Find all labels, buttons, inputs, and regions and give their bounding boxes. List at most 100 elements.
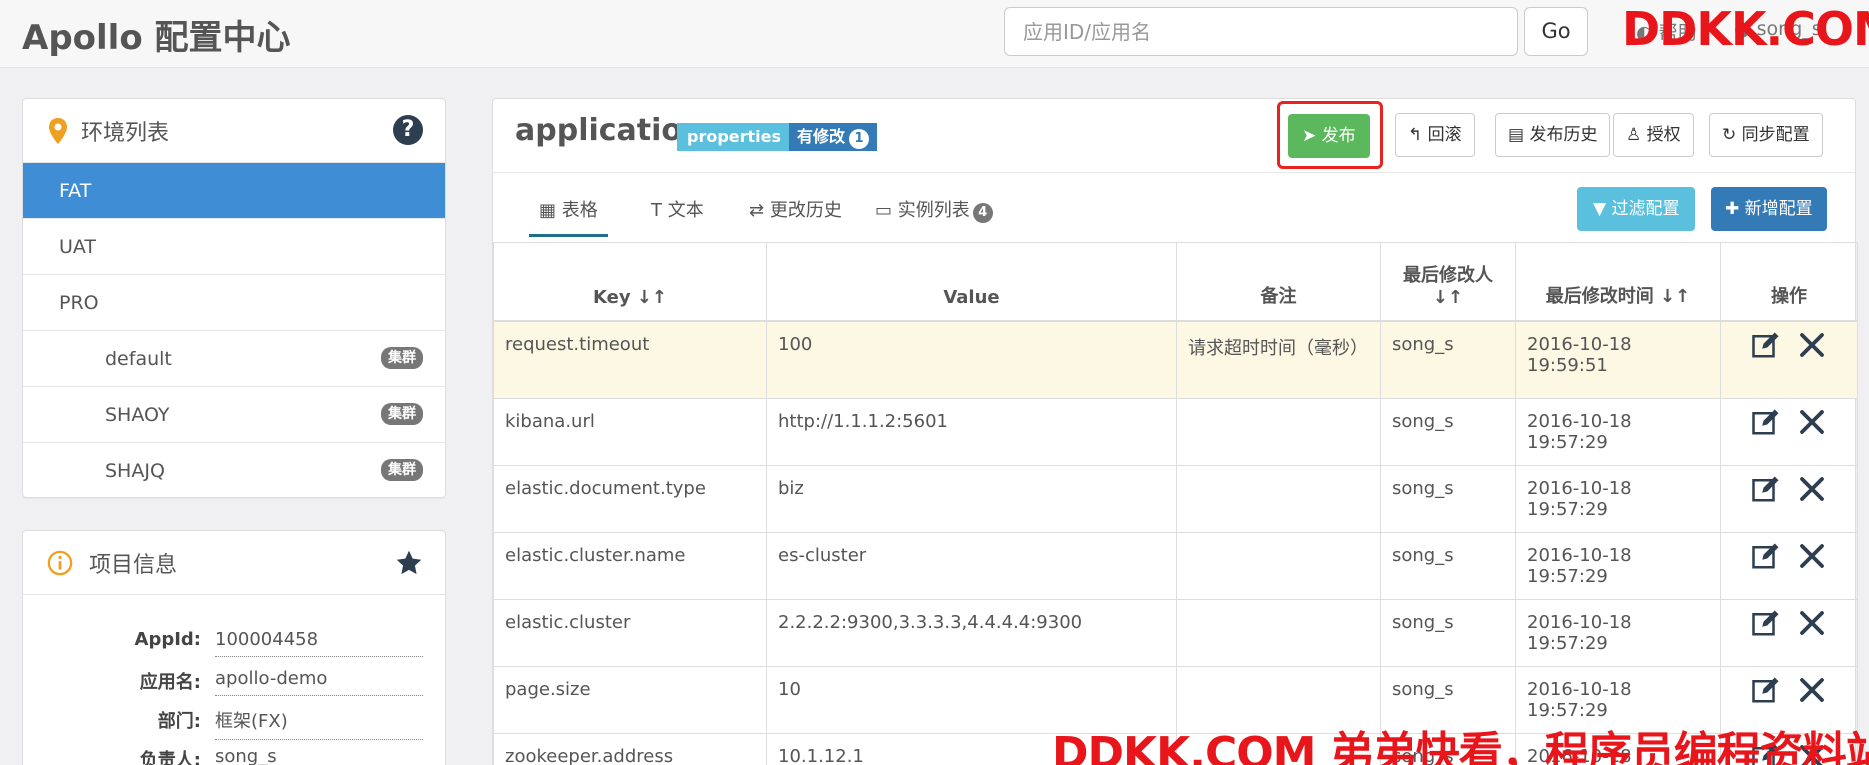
action-cell xyxy=(1720,465,1858,533)
table-header-row: Key ↓↑ Value 备注 最后修改人 ↓↑ 最后修改时间 ↓↑ 操作 xyxy=(493,242,1858,322)
namespace-panel: application properties 有修改 1 ➤ 发布 ↰ 回滚 ▤ … xyxy=(492,98,1858,765)
env-item-shajq[interactable]: SHAJQ 集群 xyxy=(23,443,445,499)
delete-icon[interactable] xyxy=(1797,608,1827,638)
time-cell: 2016-10-18 19:57:29 xyxy=(1515,398,1721,466)
action-column-header: 操作 xyxy=(1720,242,1858,322)
env-item-uat[interactable]: UAT xyxy=(23,219,445,275)
sync-config-button[interactable]: ↻ 同步配置 xyxy=(1709,113,1823,157)
time-column-header[interactable]: 最后修改时间 ↓↑ xyxy=(1515,242,1721,322)
delete-icon[interactable] xyxy=(1797,474,1827,504)
value-cell: biz xyxy=(766,465,1177,533)
modifier-cell: song_s xyxy=(1380,320,1516,399)
edit-icon[interactable] xyxy=(1751,608,1781,638)
value-cell: es-cluster xyxy=(766,532,1177,600)
release-history-button[interactable]: ▤ 发布历史 xyxy=(1495,113,1611,157)
undo-icon: ↰ xyxy=(1408,125,1423,145)
modifier-column-header[interactable]: 最后修改人 ↓↑ xyxy=(1380,242,1516,322)
sort-icon: ↓↑ xyxy=(1432,286,1464,308)
app-logo[interactable]: Apollo 配置中心 xyxy=(22,10,291,59)
watermark-bottom: DDKK.COM 弟弟快看，程序员编程资料站 xyxy=(1052,728,1869,765)
action-cell xyxy=(1720,532,1858,600)
info-label: 应用名: xyxy=(139,672,201,693)
comment-cell xyxy=(1176,599,1381,667)
rollback-button[interactable]: ↰ 回滚 xyxy=(1395,113,1475,157)
config-table: Key ↓↑ Value 备注 最后修改人 ↓↑ 最后修改时间 ↓↑ 操作 req… xyxy=(493,242,1858,765)
filter-icon: ▼ xyxy=(1593,199,1607,219)
refresh-icon: ↻ xyxy=(1722,125,1737,145)
star-icon[interactable] xyxy=(395,549,423,577)
key-cell: elastic.document.type xyxy=(493,465,767,533)
document-icon: ▤ xyxy=(1508,125,1525,145)
delete-icon[interactable] xyxy=(1797,675,1827,705)
table-row: elastic.cluster.name es-cluster song_s 2016… xyxy=(493,532,1858,600)
delete-icon[interactable] xyxy=(1797,407,1827,437)
map-marker-icon xyxy=(49,118,67,144)
table-icon: ▦ xyxy=(539,200,557,221)
info-label: 部门: xyxy=(157,711,201,732)
info-value: 100004458 xyxy=(215,629,423,657)
modified-count-badge: 1 xyxy=(849,129,870,149)
value-cell: 2.2.2.2:9300,3.3.3.3,4.4.4.4:9300 xyxy=(766,599,1177,667)
action-cell xyxy=(1720,320,1858,399)
info-value: apollo-demo xyxy=(215,668,423,696)
edit-icon[interactable] xyxy=(1751,675,1781,705)
info-label: 负责人: xyxy=(139,750,201,765)
info-panel-title: 项目信息 xyxy=(89,553,178,578)
grant-button[interactable]: ♙ 授权 xyxy=(1613,113,1694,157)
env-item-default[interactable]: default 集群 xyxy=(23,331,445,387)
env-item-pro[interactable]: PRO xyxy=(23,275,445,331)
user-icon: ♙ xyxy=(1626,125,1642,145)
edit-icon[interactable] xyxy=(1751,330,1781,360)
env-panel-title: 环境列表 xyxy=(81,121,170,146)
delete-icon[interactable] xyxy=(1797,330,1827,360)
project-info-panel: 项目信息 AppId: 100004458 应用名: apollo-demo 部门: 框架… xyxy=(22,530,446,765)
key-cell: kibana.url xyxy=(493,398,767,466)
info-label: AppId: xyxy=(134,629,201,650)
publish-button[interactable]: ➤ 发布 xyxy=(1288,114,1370,158)
info-row: 负责人: song_s xyxy=(23,738,445,765)
info-value: song_s xyxy=(215,746,423,765)
modifier-cell: song_s xyxy=(1380,465,1516,533)
value-cell: 100 xyxy=(766,320,1177,399)
comment-cell xyxy=(1176,465,1381,533)
top-header: Apollo 配置中心 Go ◐ 帮助 ● song_s DDKK.COM xyxy=(0,0,1869,68)
key-cell: request.timeout xyxy=(493,320,767,399)
info-row: 应用名: apollo-demo xyxy=(23,660,445,700)
filter-config-button[interactable]: ▼ 过滤配置 xyxy=(1577,187,1696,231)
time-cell: 2016-10-18 19:57:29 xyxy=(1515,465,1721,533)
edit-icon[interactable] xyxy=(1751,407,1781,437)
edit-icon[interactable] xyxy=(1751,474,1781,504)
text-icon: T xyxy=(651,200,662,221)
comment-cell xyxy=(1176,398,1381,466)
key-cell: elastic.cluster xyxy=(493,599,767,667)
env-item-shaoy[interactable]: SHAOY 集群 xyxy=(23,387,445,443)
modifier-cell: song_s xyxy=(1380,398,1516,466)
table-row: kibana.url http://1.1.1.2:5601 song_s 2016-… xyxy=(493,398,1858,466)
env-list-panel: 环境列表 ? FAT UAT PRO default 集群 SHAOY 集群 SHAJQ 集群 xyxy=(22,98,446,499)
time-cell: 2016-10-18 19:57:29 xyxy=(1515,532,1721,600)
comment-cell: 请求超时时间（毫秒） xyxy=(1176,320,1381,399)
env-item-fat[interactable]: FAT xyxy=(23,163,445,219)
sort-icon: ↓↑ xyxy=(1660,285,1691,307)
modified-label: 有修改 1 xyxy=(789,123,878,151)
add-config-button[interactable]: ✚ 新增配置 xyxy=(1711,187,1827,231)
action-cell xyxy=(1720,599,1858,667)
question-icon[interactable]: ? xyxy=(393,115,423,145)
format-label: properties xyxy=(677,123,792,151)
info-row: 部门: 框架(FX) xyxy=(23,699,445,740)
edit-icon[interactable] xyxy=(1751,541,1781,571)
app-search-input[interactable] xyxy=(1004,7,1518,56)
go-button[interactable]: Go xyxy=(1524,7,1588,56)
send-icon: ➤ xyxy=(1302,126,1317,146)
value-column-header: Value xyxy=(766,242,1177,322)
tab-0[interactable]: ▦ 表格 xyxy=(529,191,608,237)
action-cell xyxy=(1720,398,1858,466)
tab-3[interactable]: ▭ 实例列表 4 xyxy=(865,191,1003,237)
tab-2[interactable]: ⇄ 更改历史 xyxy=(739,191,852,237)
info-panel-header: 项目信息 xyxy=(23,531,445,595)
delete-icon[interactable] xyxy=(1797,541,1827,571)
info-value: 框架(FX) xyxy=(215,707,423,740)
tab-1[interactable]: T 文本 xyxy=(641,191,714,237)
env-panel-header: 环境列表 ? xyxy=(23,99,445,163)
key-column-header[interactable]: Key ↓↑ xyxy=(493,242,767,322)
